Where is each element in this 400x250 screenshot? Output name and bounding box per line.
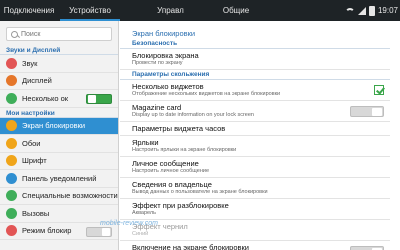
status-time: 19:07 [377, 6, 398, 15]
settings-item[interactable]: Личное сообщение Настроить личное сообщен… [120, 157, 390, 178]
settings-item-description: Вывод данных о пользователе на экране бл… [132, 189, 268, 195]
battery-icon [368, 5, 375, 16]
sidebar-item-label: Вызовы [22, 208, 50, 218]
settings-item-label: Параметры виджета часов [132, 124, 226, 133]
lock-screen-icon [6, 120, 17, 132]
settings-item[interactable]: Несколько виджетов Отображение нескольких… [120, 80, 390, 101]
settings-item-label: Включение на экране блокировки [132, 243, 249, 250]
wifi-icon [344, 7, 355, 18]
toggle-switch[interactable] [350, 246, 384, 250]
settings-item-description: Провести по экрану [132, 60, 183, 66]
phone-icon [6, 207, 17, 219]
settings-item-label: Ярлыки [132, 138, 159, 147]
tab-device[interactable]: Устройство [58, 0, 122, 21]
sidebar-item[interactable]: Обои [0, 135, 118, 153]
settings-item[interactable]: Сведения о владельце Вывод данных о польз… [120, 178, 390, 199]
settings-sidebar: Звуки и Дисплей Звук Дисплей Несколько ок Мо… [0, 21, 119, 250]
settings-item-description: Отображение нескольких виджетов на экран… [132, 91, 281, 97]
sidebar-list: Звуки и Дисплей Звук Дисплей Несколько ок Мо… [0, 45, 118, 240]
settings-item-label: Эффект при разблокировке [132, 201, 229, 210]
font-icon [6, 155, 17, 167]
watermark: mobile-review.com [100, 220, 158, 227]
settings-item-description: Синий [132, 231, 149, 237]
search-input[interactable] [21, 30, 111, 38]
sidebar-item[interactable]: Звук [0, 55, 118, 73]
page-title: Экран блокировки [132, 29, 196, 38]
tab-controls[interactable]: Управл [142, 0, 199, 21]
settings-detail: Экран блокировки Безопасность Блокировка … [120, 21, 400, 250]
tab-connections[interactable]: Подключения [0, 0, 58, 21]
sidebar-item-label: Звук [22, 58, 38, 68]
sidebar-item[interactable]: Несколько ок [0, 90, 118, 108]
toggle-knob [102, 227, 110, 236]
settings-item[interactable]: Включение на экране блокировкиИспользова… [120, 241, 390, 250]
sidebar-item-label: Дисплей [22, 76, 52, 86]
toggle-knob [372, 107, 382, 116]
settings-item-label: Несколько виджетов [132, 82, 204, 91]
status-bar: 19:07 [344, 0, 398, 21]
sidebar-item-label: Панель уведомлений [22, 173, 97, 183]
toggle-switch[interactable] [350, 106, 384, 117]
settings-item[interactable]: Эффект чернил Синий [120, 220, 390, 241]
settings-item-label: Эффект чернил [132, 222, 188, 231]
sidebar-item-label: Экран блокировки [22, 121, 86, 131]
sidebar-item[interactable]: Дисплей [0, 73, 118, 90]
settings-item[interactable]: Параметры виджета часов [120, 122, 390, 136]
sidebar-section-header: Мои настройки [0, 108, 118, 118]
settings-item[interactable]: Блокировка экрана Провести по экрану [120, 49, 390, 70]
sidebar-toggle[interactable] [86, 94, 112, 104]
settings-item-description: Display up to date information on your l… [132, 112, 254, 118]
settings-item-label: Блокировка экрана [132, 51, 199, 60]
settings-item-description: Настроить ярлыки на экране блокировки [132, 147, 237, 153]
search-box[interactable] [6, 27, 112, 41]
settings-section-header: Параметры скольжения [120, 70, 390, 80]
sidebar-item-label: Несколько ок [22, 93, 69, 103]
speaker-icon [6, 57, 17, 69]
search-icon [11, 30, 18, 38]
settings-section-header: Безопасность [120, 39, 390, 49]
wallpaper-icon [6, 137, 17, 149]
display-icon [6, 75, 17, 87]
sidebar-item-label: Специальные возможности [22, 191, 118, 201]
sidebar-section-header: Звуки и Дисплей [0, 45, 118, 55]
block-mode-icon [6, 225, 17, 237]
settings-list: Безопасность Блокировка экрана Провести по… [120, 39, 400, 250]
toggle-knob [88, 95, 96, 103]
sidebar-item[interactable]: Специальные возможности [0, 188, 118, 205]
sidebar-toggle[interactable] [86, 226, 112, 237]
sidebar-item-label: Обои [22, 138, 41, 148]
signal-icon [357, 6, 366, 15]
sidebar-item[interactable]: Экран блокировки [0, 117, 118, 135]
tab-general[interactable]: Общие [211, 0, 261, 21]
sidebar-item-label: Режим блокир [22, 226, 72, 236]
settings-item-label: Сведения о владельце [132, 180, 212, 189]
settings-item[interactable]: Эффект при разблокировке Акварель [120, 199, 390, 220]
checkbox[interactable] [374, 85, 384, 95]
notification-icon [6, 172, 17, 184]
multiwindow-icon [6, 92, 17, 104]
settings-item-description: Акварель [132, 210, 157, 216]
settings-item-label: Magazine card [132, 103, 182, 112]
settings-item-description: Настроить личное сообщение [132, 168, 210, 174]
sidebar-item[interactable]: Панель уведомлений [0, 170, 118, 188]
accessibility-icon [6, 190, 17, 202]
top-tab-bar: Подключения Устройство Управл Общие 19:0… [0, 0, 400, 21]
settings-item[interactable]: Magazine card Display up to date informat… [120, 101, 390, 122]
settings-item[interactable]: Ярлыки Настроить ярлыки на экране блокиро… [120, 136, 390, 157]
sidebar-item-label: Шрифт [22, 156, 47, 166]
sidebar-item[interactable]: Шрифт [0, 153, 118, 170]
settings-item-label: Личное сообщение [132, 159, 199, 168]
